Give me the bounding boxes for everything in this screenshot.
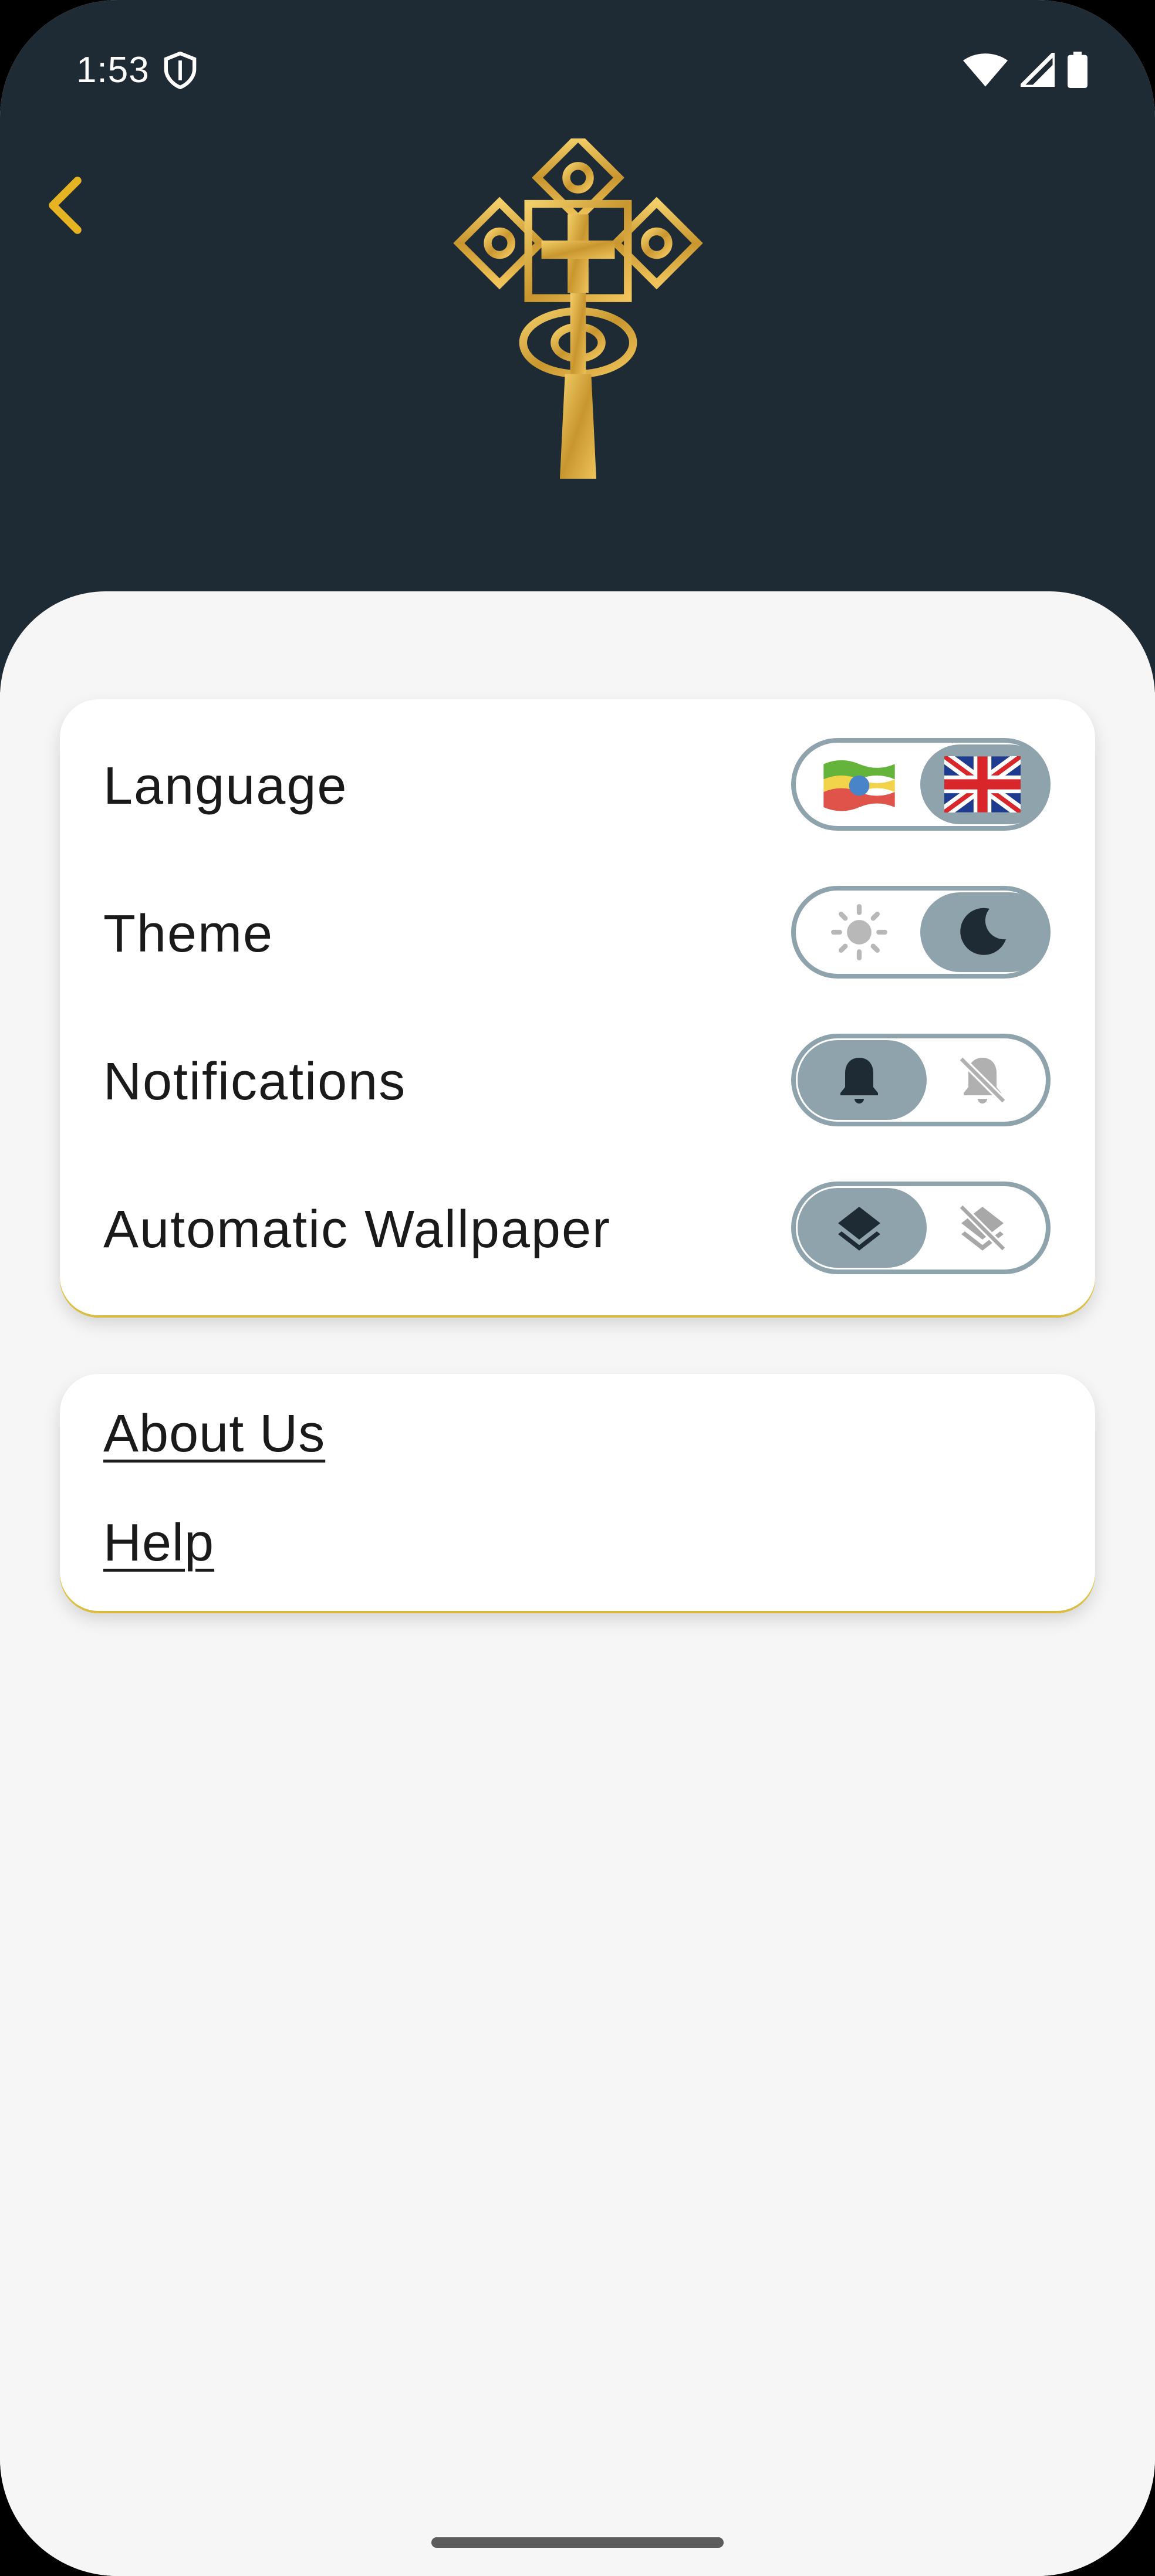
notifications-toggle[interactable]: [791, 1034, 1051, 1126]
layers-icon[interactable]: [796, 1186, 923, 1270]
bell-icon[interactable]: [796, 1038, 923, 1122]
layers-off-icon[interactable]: [919, 1186, 1046, 1270]
wifi-icon: [963, 53, 1008, 87]
automatic-wallpaper-label: Automatic Wallpaper: [103, 1200, 612, 1259]
theme-label: Theme: [103, 905, 274, 963]
notifications-label: Notifications: [103, 1052, 407, 1111]
uk-flag-icon[interactable]: [919, 743, 1046, 826]
language-label: Language: [103, 757, 348, 815]
about-us-link[interactable]: About Us: [103, 1404, 325, 1463]
ethiopian-cross-logo: [453, 138, 703, 479]
app-screen: 1:53 Language Theme Notifications Automa…: [0, 0, 1155, 2576]
header: 1:53: [0, 0, 1155, 692]
theme-toggle[interactable]: [791, 886, 1051, 979]
chevron-left-icon[interactable]: [39, 170, 92, 241]
help-link[interactable]: Help: [103, 1514, 214, 1572]
language-toggle[interactable]: [791, 738, 1051, 831]
status-icons: [963, 52, 1088, 88]
battery-icon: [1068, 52, 1088, 88]
automatic-wallpaper-toggle[interactable]: [791, 1182, 1051, 1274]
moon-icon[interactable]: [919, 891, 1046, 974]
status-time: 1:53: [76, 50, 150, 90]
ethiopia-flag-icon[interactable]: [796, 743, 923, 826]
signal-icon: [1021, 53, 1055, 87]
sun-icon[interactable]: [796, 891, 923, 974]
settings-card: Language Theme Notifications Automatic W…: [60, 699, 1095, 1315]
home-indicator[interactable]: [431, 2537, 724, 2548]
links-card: About Us Help: [60, 1374, 1095, 1611]
bell-off-icon[interactable]: [919, 1038, 1046, 1122]
shield-icon: [164, 52, 197, 89]
